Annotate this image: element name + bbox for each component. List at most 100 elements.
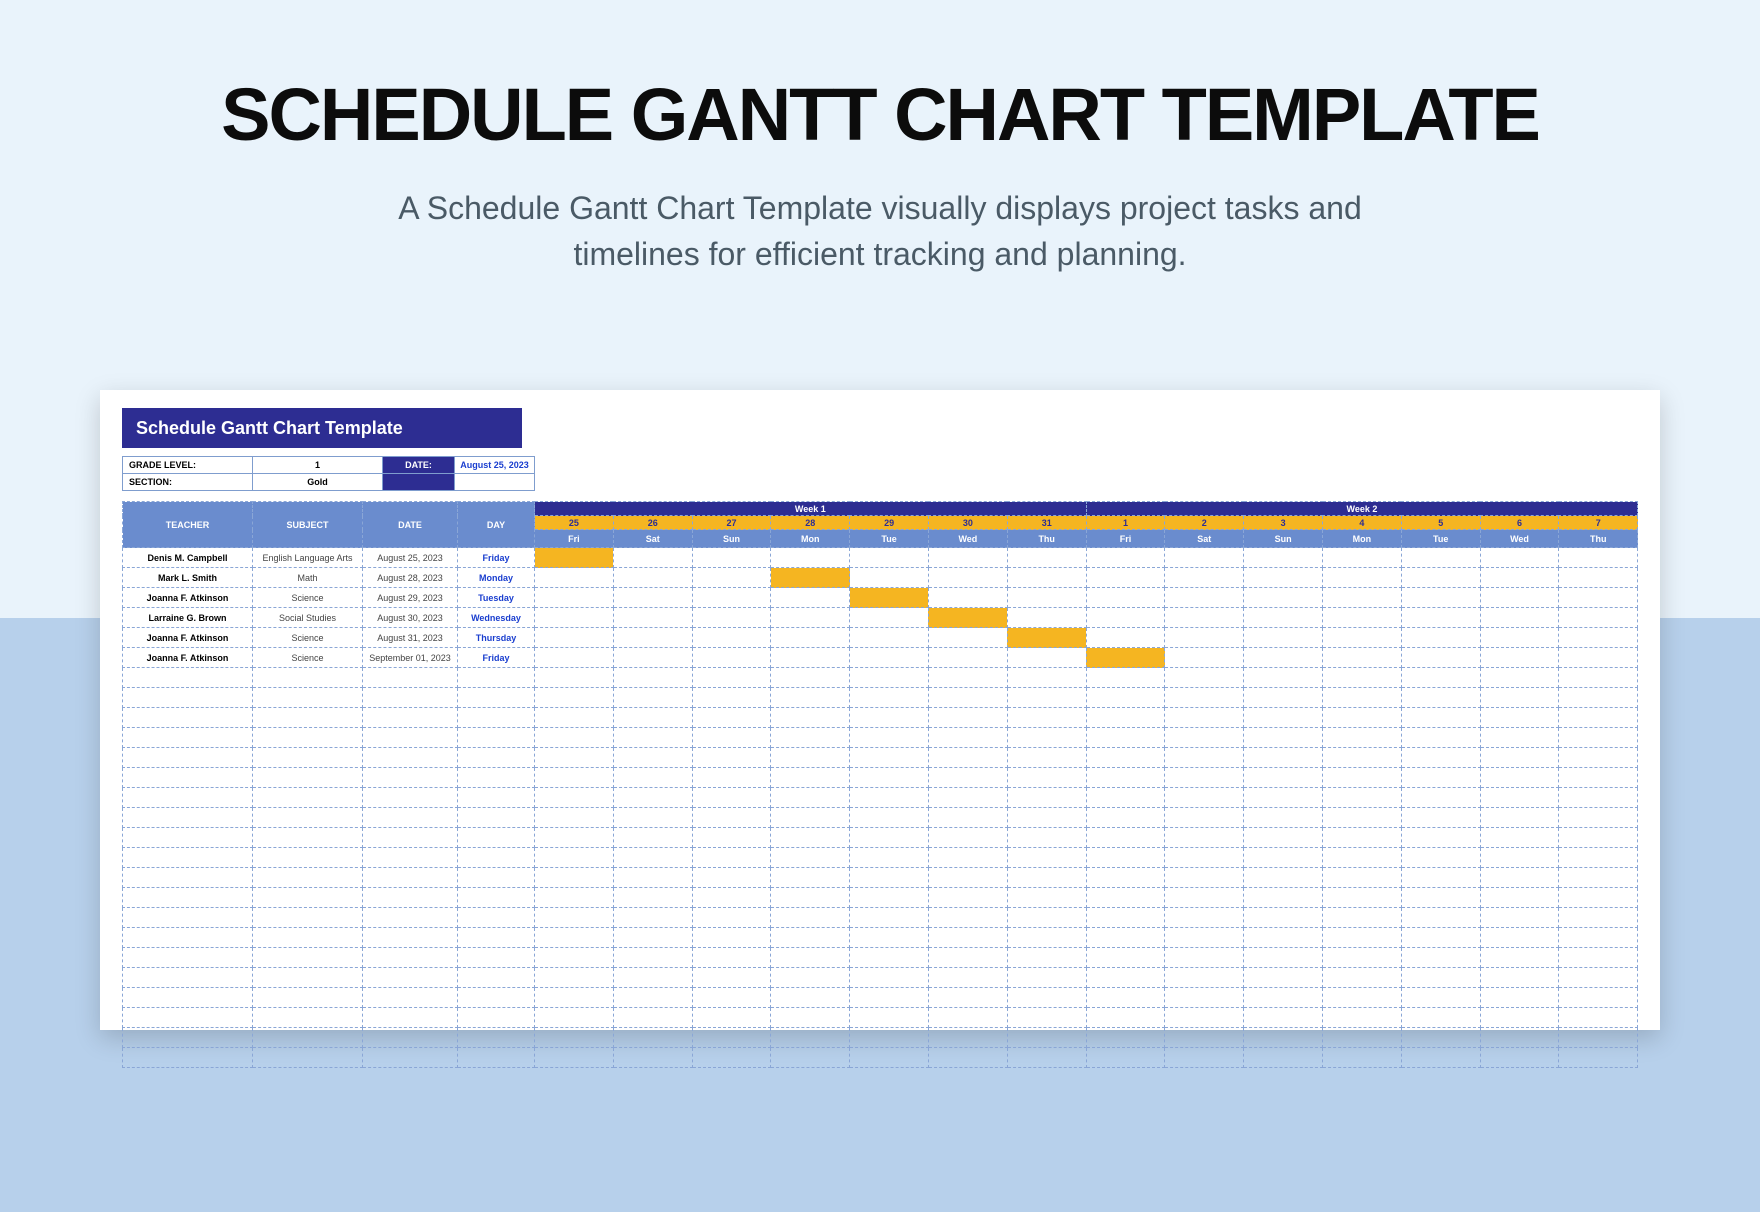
empty-cell[interactable] <box>1007 868 1086 888</box>
cell-date[interactable]: September 01, 2023 <box>363 648 458 668</box>
gantt-cell[interactable] <box>1480 588 1559 608</box>
empty-cell[interactable] <box>613 1028 692 1048</box>
empty-cell[interactable] <box>1165 748 1244 768</box>
empty-cell[interactable] <box>613 988 692 1008</box>
empty-cell[interactable] <box>363 708 458 728</box>
empty-cell[interactable] <box>928 888 1007 908</box>
empty-cell[interactable] <box>1480 768 1559 788</box>
empty-cell[interactable] <box>1480 728 1559 748</box>
empty-cell[interactable] <box>1480 948 1559 968</box>
empty-cell[interactable] <box>1401 668 1480 688</box>
table-row[interactable]: Mark L. SmithMathAugust 28, 2023Monday <box>123 568 1638 588</box>
empty-cell[interactable] <box>535 748 614 768</box>
empty-cell[interactable] <box>253 668 363 688</box>
gantt-cell[interactable] <box>1323 548 1402 568</box>
empty-cell[interactable] <box>1165 948 1244 968</box>
empty-cell[interactable] <box>123 848 253 868</box>
gantt-cell[interactable] <box>771 648 850 668</box>
empty-cell[interactable] <box>1323 968 1402 988</box>
table-row[interactable] <box>123 748 1638 768</box>
empty-cell[interactable] <box>771 748 850 768</box>
cell-subject[interactable]: Social Studies <box>253 608 363 628</box>
gantt-cell[interactable] <box>1323 588 1402 608</box>
empty-cell[interactable] <box>1007 928 1086 948</box>
empty-cell[interactable] <box>850 688 929 708</box>
empty-cell[interactable] <box>1559 968 1638 988</box>
table-row[interactable] <box>123 728 1638 748</box>
empty-cell[interactable] <box>1244 848 1323 868</box>
empty-cell[interactable] <box>1323 748 1402 768</box>
empty-cell[interactable] <box>928 668 1007 688</box>
empty-cell[interactable] <box>771 808 850 828</box>
empty-cell[interactable] <box>458 968 535 988</box>
empty-cell[interactable] <box>1480 748 1559 768</box>
empty-cell[interactable] <box>253 988 363 1008</box>
empty-cell[interactable] <box>535 688 614 708</box>
empty-cell[interactable] <box>1165 888 1244 908</box>
cell-day[interactable]: Tuesday <box>458 588 535 608</box>
empty-cell[interactable] <box>928 768 1007 788</box>
empty-cell[interactable] <box>850 908 929 928</box>
empty-cell[interactable] <box>613 1008 692 1028</box>
empty-cell[interactable] <box>928 828 1007 848</box>
empty-cell[interactable] <box>771 668 850 688</box>
empty-cell[interactable] <box>1165 848 1244 868</box>
empty-cell[interactable] <box>1323 788 1402 808</box>
empty-cell[interactable] <box>535 908 614 928</box>
empty-cell[interactable] <box>928 988 1007 1008</box>
gantt-cell[interactable] <box>1007 588 1086 608</box>
empty-cell[interactable] <box>692 848 771 868</box>
table-row[interactable]: Larraine G. BrownSocial StudiesAugust 30… <box>123 608 1638 628</box>
gantt-cell[interactable] <box>1323 608 1402 628</box>
gantt-cell[interactable] <box>1086 568 1165 588</box>
empty-cell[interactable] <box>1244 768 1323 788</box>
empty-cell[interactable] <box>1165 688 1244 708</box>
gantt-cell[interactable] <box>535 548 614 568</box>
empty-cell[interactable] <box>692 908 771 928</box>
table-row[interactable] <box>123 968 1638 988</box>
empty-cell[interactable] <box>363 948 458 968</box>
empty-cell[interactable] <box>1165 768 1244 788</box>
empty-cell[interactable] <box>850 1028 929 1048</box>
empty-cell[interactable] <box>1007 988 1086 1008</box>
empty-cell[interactable] <box>458 888 535 908</box>
empty-cell[interactable] <box>1007 728 1086 748</box>
empty-cell[interactable] <box>771 688 850 708</box>
empty-cell[interactable] <box>928 868 1007 888</box>
empty-cell[interactable] <box>123 888 253 908</box>
empty-cell[interactable] <box>1401 1008 1480 1028</box>
empty-cell[interactable] <box>253 868 363 888</box>
empty-cell[interactable] <box>1480 928 1559 948</box>
cell-day[interactable]: Friday <box>458 648 535 668</box>
empty-cell[interactable] <box>458 808 535 828</box>
empty-cell[interactable] <box>1244 688 1323 708</box>
empty-cell[interactable] <box>928 948 1007 968</box>
empty-cell[interactable] <box>928 928 1007 948</box>
table-row[interactable] <box>123 768 1638 788</box>
empty-cell[interactable] <box>535 1008 614 1028</box>
empty-cell[interactable] <box>363 868 458 888</box>
empty-cell[interactable] <box>363 828 458 848</box>
empty-cell[interactable] <box>458 868 535 888</box>
empty-cell[interactable] <box>1086 848 1165 868</box>
gantt-cell[interactable] <box>1086 648 1165 668</box>
gantt-cell[interactable] <box>1007 568 1086 588</box>
cell-date[interactable]: August 31, 2023 <box>363 628 458 648</box>
gantt-cell[interactable] <box>1323 628 1402 648</box>
empty-cell[interactable] <box>1165 828 1244 848</box>
empty-cell[interactable] <box>1480 708 1559 728</box>
empty-cell[interactable] <box>1559 908 1638 928</box>
empty-cell[interactable] <box>692 948 771 968</box>
gantt-cell[interactable] <box>1323 648 1402 668</box>
empty-cell[interactable] <box>253 808 363 828</box>
empty-cell[interactable] <box>1086 808 1165 828</box>
empty-cell[interactable] <box>458 928 535 948</box>
empty-cell[interactable] <box>1244 1008 1323 1028</box>
empty-cell[interactable] <box>771 828 850 848</box>
empty-cell[interactable] <box>771 728 850 748</box>
cell-subject[interactable]: Science <box>253 588 363 608</box>
gantt-cell[interactable] <box>771 628 850 648</box>
empty-cell[interactable] <box>1165 928 1244 948</box>
empty-cell[interactable] <box>1165 708 1244 728</box>
gantt-cell[interactable] <box>1007 628 1086 648</box>
